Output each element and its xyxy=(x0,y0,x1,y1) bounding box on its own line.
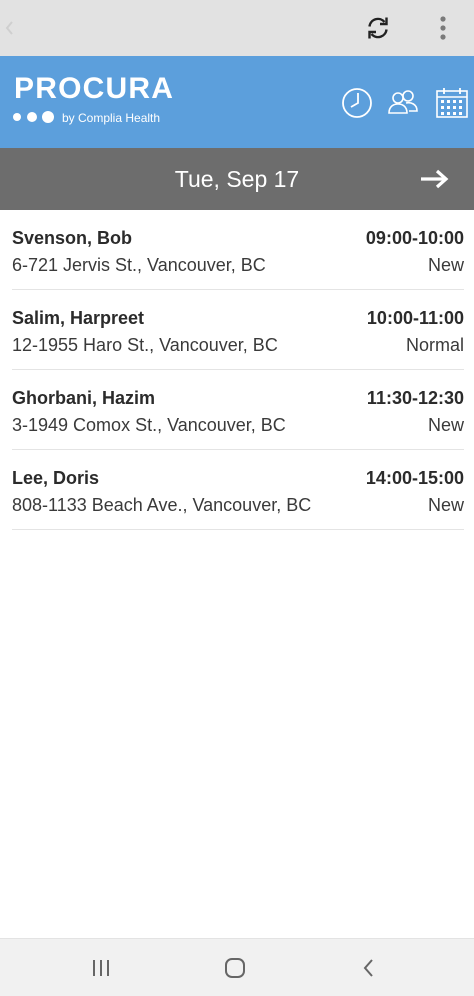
system-nav-bar xyxy=(0,938,474,996)
arrow-right-icon[interactable] xyxy=(418,162,452,196)
brand-header: PROCURA by Complia Health xyxy=(0,56,474,148)
visit-time: 09:00-10:00 xyxy=(365,228,464,248)
clock-icon[interactable] xyxy=(340,86,374,120)
visit-row[interactable]: Svenson, Bob 09:00-10:00 6-721 Jervis St… xyxy=(12,210,464,290)
kebab-menu-icon[interactable] xyxy=(434,14,452,42)
visit-status: New xyxy=(427,255,464,275)
visit-row[interactable]: Ghorbani, Hazim 11:30-12:30 3-1949 Comox… xyxy=(12,370,464,450)
people-icon[interactable] xyxy=(386,86,420,120)
visit-time: 10:00-11:00 xyxy=(366,308,464,328)
visit-row[interactable]: Salim, Harpreet 10:00-11:00 12-1955 Haro… xyxy=(12,290,464,370)
visit-list: Svenson, Bob 09:00-10:00 6-721 Jervis St… xyxy=(0,210,474,530)
client-name: Svenson, Bob xyxy=(12,228,133,248)
client-address: 12-1955 Haro St., Vancouver, BC xyxy=(12,335,278,355)
client-name: Salim, Harpreet xyxy=(12,308,145,328)
visit-row[interactable]: Lee, Doris 14:00-15:00 808-1133 Beach Av… xyxy=(12,450,464,530)
current-date: Tue, Sep 17 xyxy=(174,166,300,192)
logo-title: PROCURA xyxy=(14,72,175,105)
top-app-bar xyxy=(0,0,474,56)
home-icon[interactable] xyxy=(222,955,248,981)
refresh-icon[interactable] xyxy=(364,14,392,42)
client-address: 808-1133 Beach Ave., Vancouver, BC xyxy=(12,495,312,515)
client-name: Ghorbani, Hazim xyxy=(12,388,156,408)
date-bar: Tue, Sep 17 xyxy=(0,148,474,210)
client-name: Lee, Doris xyxy=(12,468,100,488)
visit-status: Normal xyxy=(405,335,464,355)
recents-icon[interactable] xyxy=(88,955,114,981)
client-address: 6-721 Jervis St., Vancouver, BC xyxy=(12,255,266,275)
chevron-left-icon[interactable] xyxy=(2,14,18,42)
visit-time: 11:30-12:30 xyxy=(366,388,464,408)
visit-time: 14:00-15:00 xyxy=(365,468,464,488)
calendar-icon[interactable] xyxy=(435,86,469,120)
back-icon[interactable] xyxy=(356,955,382,981)
visit-status: New xyxy=(427,415,464,435)
client-address: 3-1949 Comox St., Vancouver, BC xyxy=(12,415,286,435)
logo-dots-icon xyxy=(13,111,54,123)
logo-subtitle: by Complia Health xyxy=(62,111,161,125)
visit-status: New xyxy=(427,495,464,515)
